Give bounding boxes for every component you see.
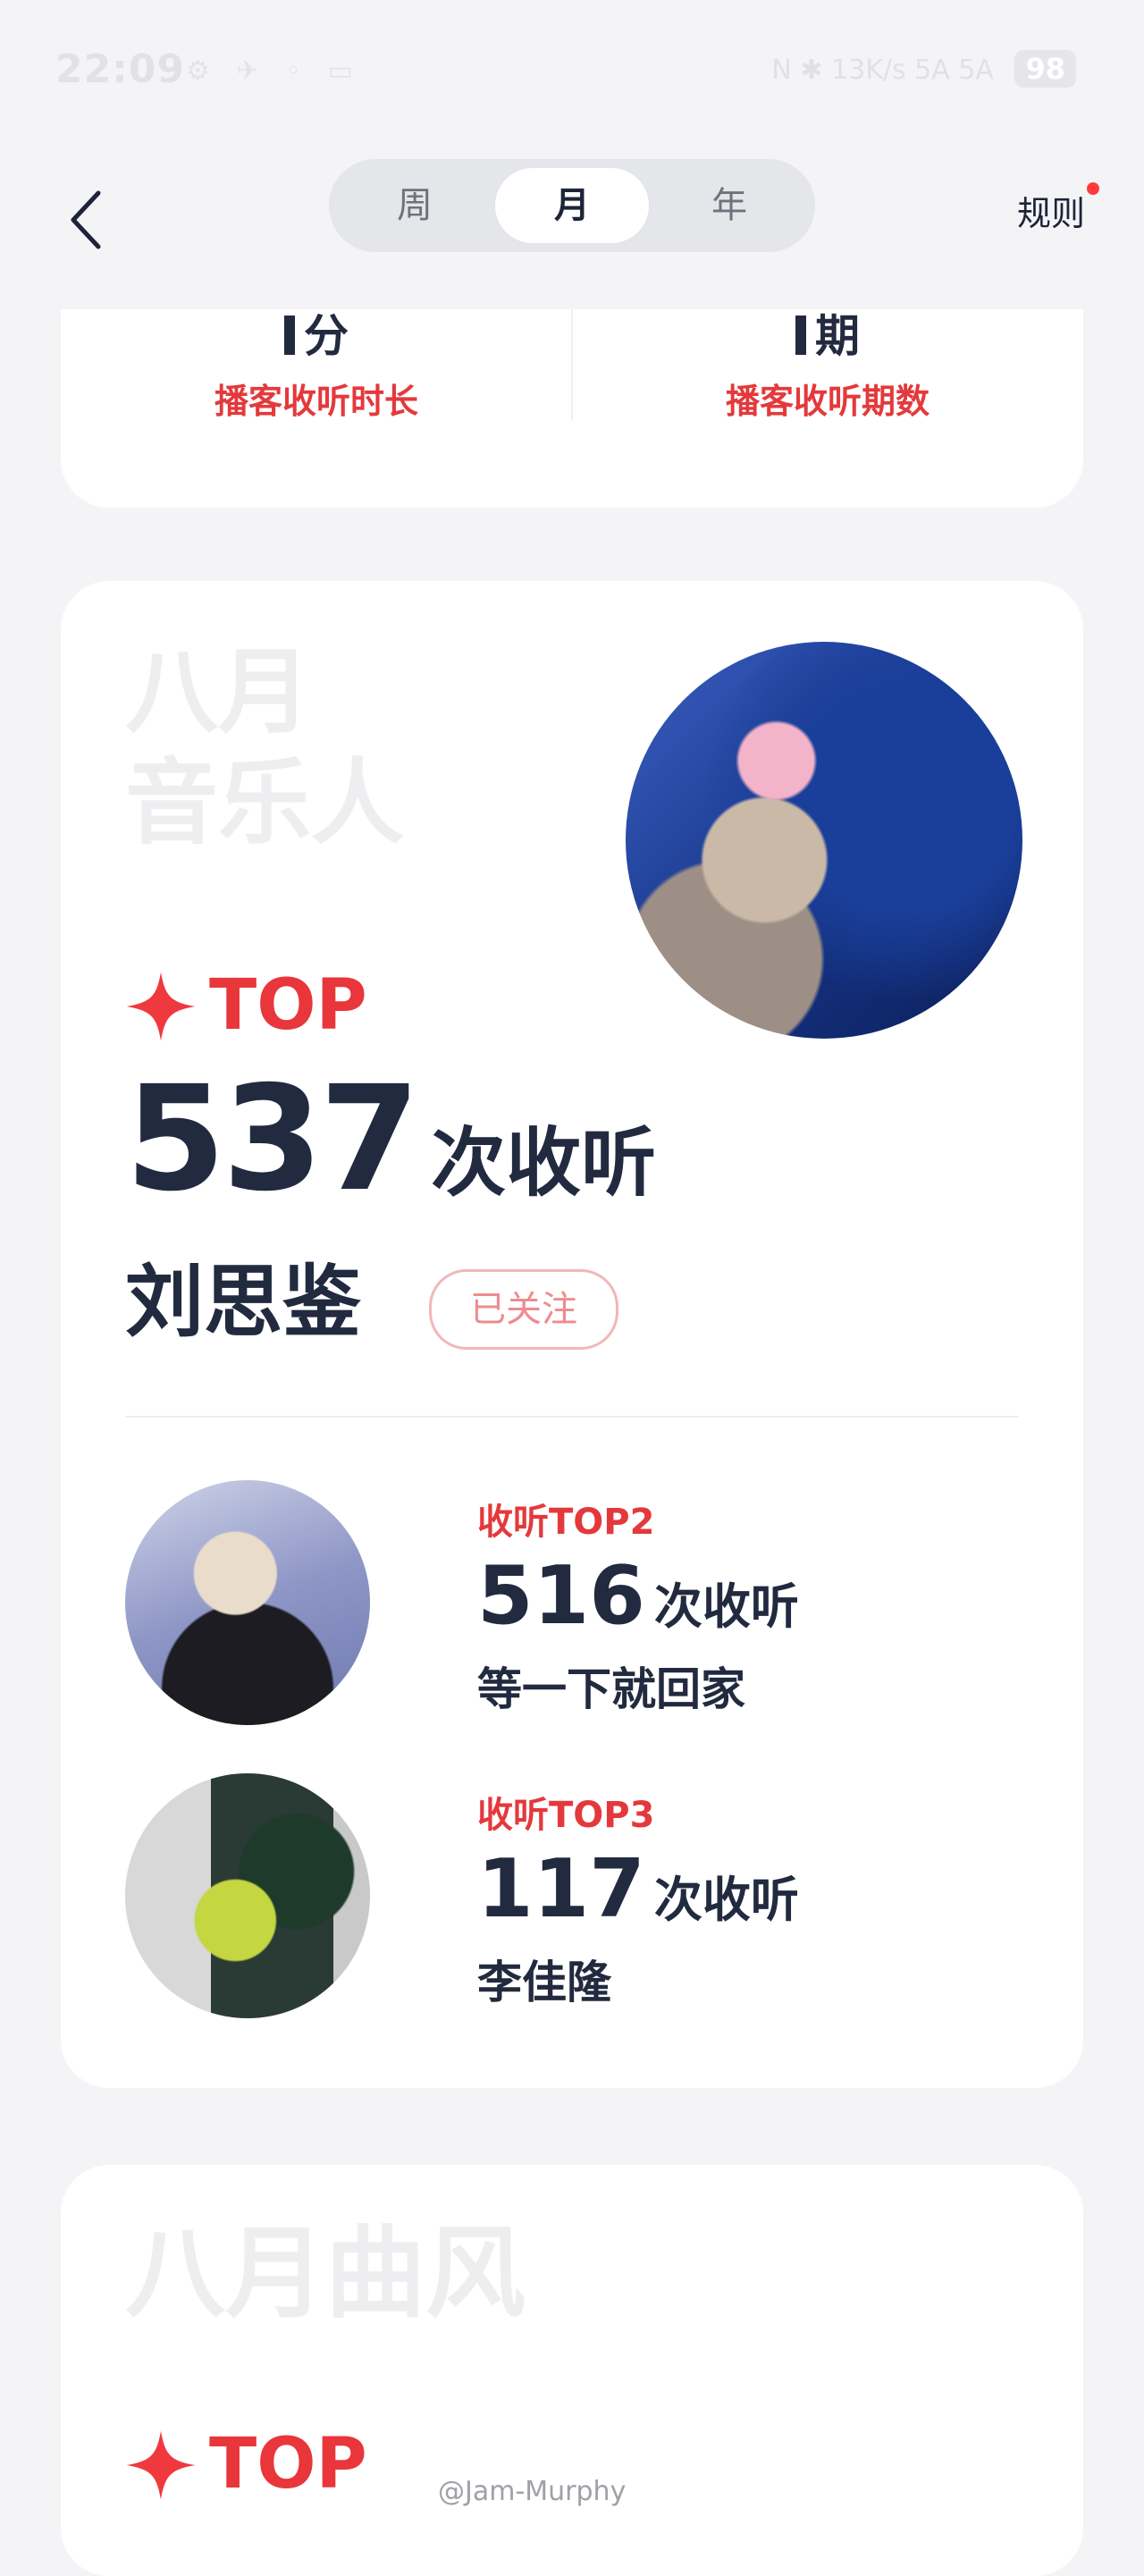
top-label: TOP xyxy=(209,2424,367,2504)
top-artist-name[interactable]: 刘思鉴 xyxy=(125,1253,361,1351)
card-title-line2: 音乐人 xyxy=(125,748,405,857)
period-segmented-control: 周 月 年 xyxy=(329,159,815,252)
play-count-value: 537 xyxy=(125,1056,420,1224)
back-icon[interactable] xyxy=(63,186,113,254)
network-icons: N ✱ 13K/s 5A 5A xyxy=(771,55,994,86)
podcast-duration: 分 播客收听时长 xyxy=(61,300,572,423)
episodes-unit: 期 xyxy=(815,310,860,362)
duration-label: 播客收听时长 xyxy=(214,382,418,421)
sparkle-icon xyxy=(126,2430,196,2500)
notification-dot-icon xyxy=(1087,182,1099,195)
play-count: 117 次收听 xyxy=(477,1845,799,1934)
artist-name: 李佳隆 xyxy=(477,1957,611,2008)
status-bar: 22:09 ⚙ ✈ ◦ ▭ N ✱ 13K/s 5A 5A 98 xyxy=(0,0,1144,143)
rank-label: 收听TOP2 xyxy=(477,1502,655,1543)
top-nav: 周 月 年 规则 xyxy=(0,143,1144,309)
artist-name: 等一下就回家 xyxy=(477,1663,745,1715)
play-count-unit: 次收听 xyxy=(653,1578,799,1635)
tab-week[interactable]: 周 xyxy=(338,168,492,243)
play-count: 516 次收听 xyxy=(477,1552,799,1641)
play-count-unit: 次收听 xyxy=(653,1872,799,1928)
rules-button[interactable]: 规则 xyxy=(1016,182,1099,235)
artist-avatar[interactable] xyxy=(125,1773,370,2018)
sparkle-icon xyxy=(126,972,196,1041)
top-artist-avatar[interactable] xyxy=(626,642,1022,1039)
podcast-episodes: 期 播客收听期数 xyxy=(572,300,1083,423)
play-count-value: 516 xyxy=(477,1549,645,1643)
genre-card: 八月曲风 TOP xyxy=(61,2165,1083,2576)
play-count-value: 117 xyxy=(477,1842,645,1936)
card-title-line1: 八月 xyxy=(125,637,312,746)
top-play-count: 537 次收听 xyxy=(125,1064,656,1216)
episodes-label: 播客收听期数 xyxy=(725,382,930,421)
status-right-icons: N ✱ 13K/s 5A 5A 98 xyxy=(771,50,1076,88)
tab-year[interactable]: 年 xyxy=(652,168,806,243)
list-item[interactable]: 收听TOP3 117 次收听 李佳隆 xyxy=(125,1773,1019,2020)
list-item[interactable]: 收听TOP2 516 次收听 等一下就回家 xyxy=(125,1480,1019,1727)
status-left-icons: ⚙ ✈ ◦ ▭ xyxy=(186,55,362,87)
top-label: TOP xyxy=(209,965,367,1046)
musician-card: 八月 音乐人 TOP 537 次收听 刘思鉴 已关注 收听TOP2 516 次收听 … xyxy=(61,581,1083,2088)
rules-label: 规则 xyxy=(1016,194,1085,233)
duration-unit: 分 xyxy=(304,310,349,362)
follow-button[interactable]: 已关注 xyxy=(429,1269,618,1350)
battery-icon: 98 xyxy=(1014,50,1076,88)
artist-avatar[interactable] xyxy=(125,1480,370,1725)
value-bar-icon xyxy=(284,316,295,355)
divider xyxy=(125,1416,1019,1418)
rank-label: 收听TOP3 xyxy=(477,1795,655,1836)
tab-month[interactable]: 月 xyxy=(495,168,649,243)
watermark: @Jam-Murphy xyxy=(438,2476,627,2507)
play-count-unit: 次收听 xyxy=(431,1119,657,1207)
genre-title: 八月曲风 xyxy=(125,2216,526,2332)
value-bar-icon xyxy=(795,316,806,355)
status-time: 22:09 xyxy=(55,46,186,92)
